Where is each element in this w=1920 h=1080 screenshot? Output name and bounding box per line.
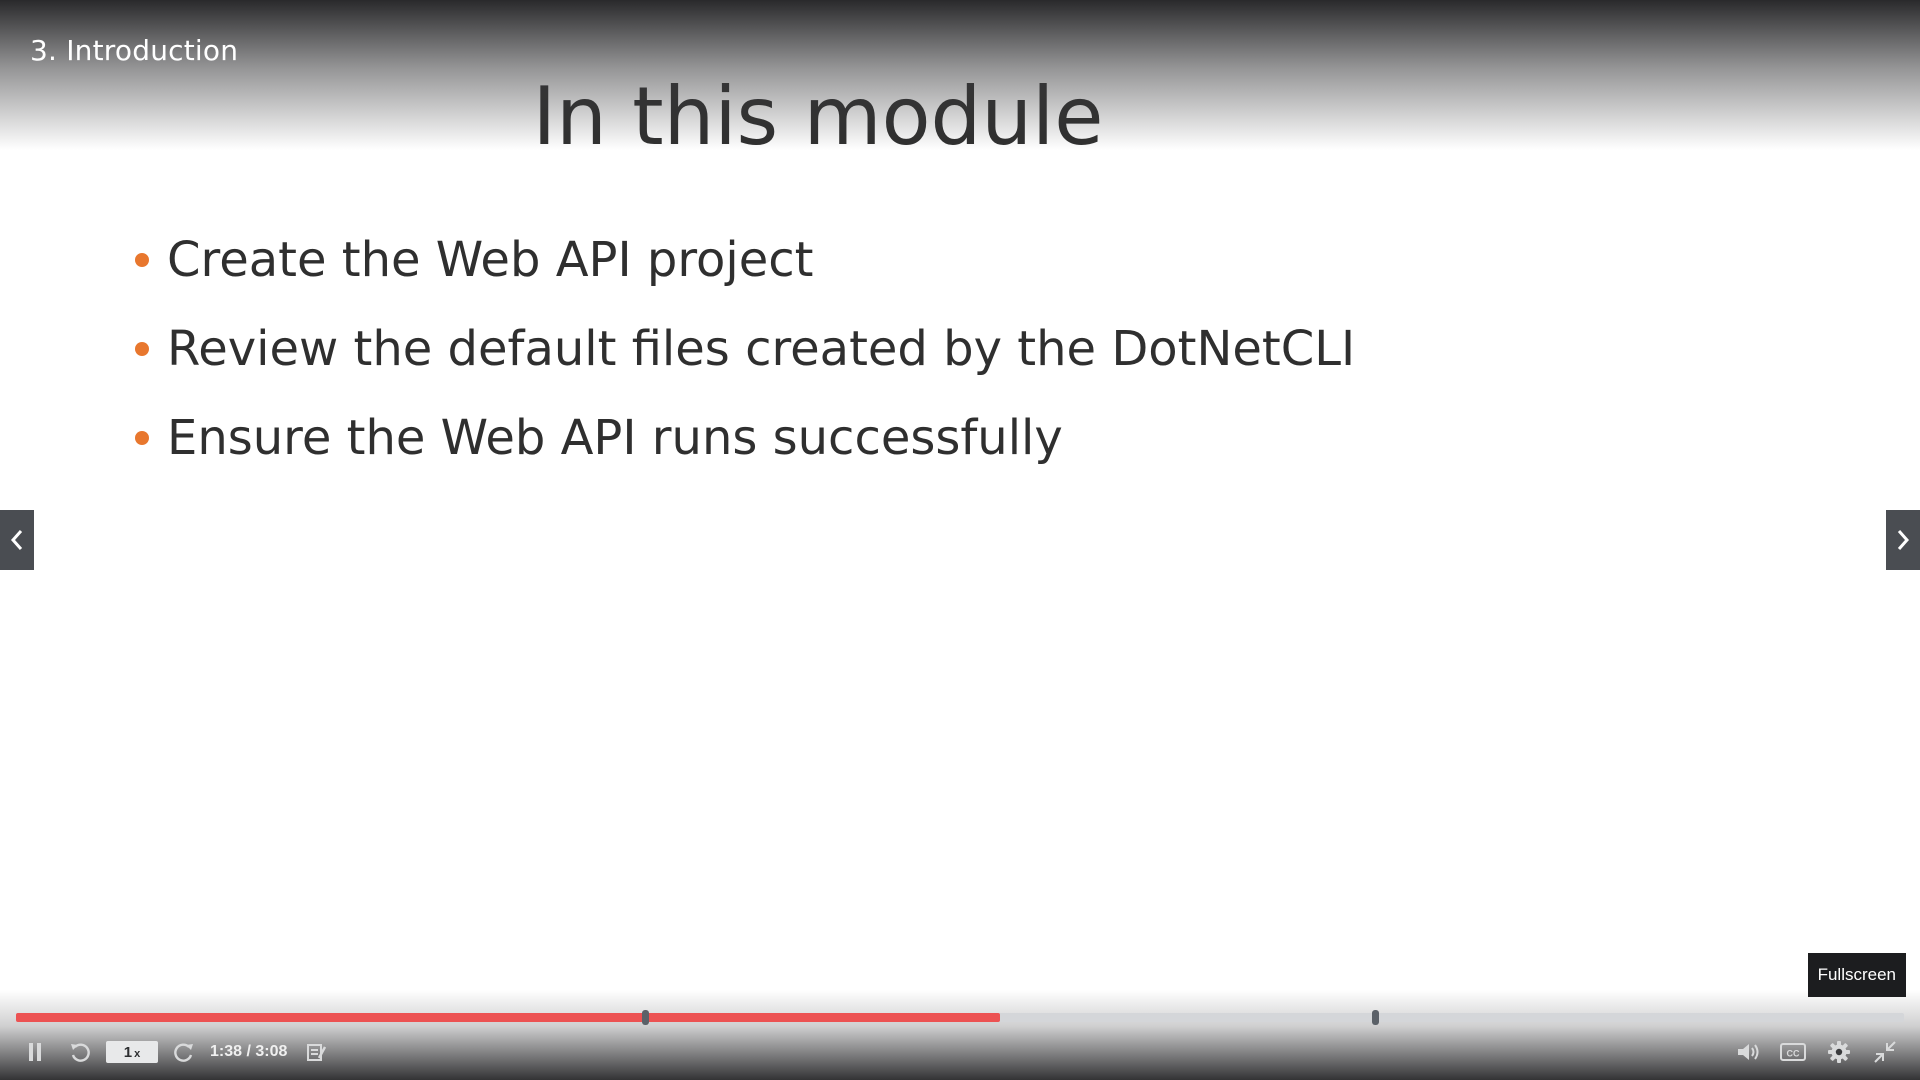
time-display: 1:38 / 3:08	[210, 1043, 288, 1060]
slide-bullet-text: Review the default files created by the …	[167, 320, 1356, 377]
slide-bullet-text: Ensure the Web API runs successfully	[167, 409, 1063, 466]
fullscreen-button[interactable]	[1870, 1036, 1900, 1068]
playback-speed-suffix: x	[134, 1048, 141, 1060]
slide-bullet-list: Create the Web API project Review the de…	[135, 215, 1355, 482]
notes-icon	[307, 1044, 326, 1061]
fullscreen-tooltip: Fullscreen	[1807, 953, 1906, 997]
captions-icon: CC	[1780, 1043, 1806, 1061]
forward-icon	[174, 1043, 193, 1062]
control-bar: 1x 1:38 / 3:08 CC	[0, 1036, 1920, 1068]
bullet-dot-icon	[135, 252, 149, 267]
pause-button[interactable]	[22, 1036, 48, 1068]
slide-bullet: Create the Web API project	[135, 215, 1355, 304]
gear-icon	[1828, 1041, 1850, 1063]
bullet-dot-icon	[135, 341, 149, 356]
slide-bullet: Ensure the Web API runs successfully	[135, 393, 1355, 482]
volume-icon	[1738, 1044, 1759, 1060]
previous-lecture-button[interactable]	[0, 510, 34, 570]
progress-fill	[16, 1013, 1000, 1022]
slide-bullet: Review the default files created by the …	[135, 304, 1355, 393]
progress-bookmark-marker[interactable]	[641, 1010, 649, 1025]
exit-fullscreen-icon	[1874, 1041, 1896, 1063]
notes-button[interactable]	[304, 1036, 328, 1068]
video-player: In this module Create the Web API projec…	[0, 0, 1920, 1080]
rewind-icon	[71, 1043, 90, 1062]
chevron-left-icon	[10, 530, 23, 550]
chevron-right-icon	[1897, 530, 1910, 550]
slide-bullet-text: Create the Web API project	[167, 231, 814, 288]
pause-icon	[29, 1043, 41, 1061]
settings-button[interactable]	[1824, 1036, 1854, 1068]
rewind-button[interactable]	[66, 1036, 94, 1068]
svg-text:CC: CC	[1787, 1049, 1800, 1059]
slide-title: In this module	[532, 70, 1104, 163]
lecture-title: 3. Introduction	[30, 34, 239, 67]
next-lecture-button[interactable]	[1886, 510, 1920, 570]
progress-bar[interactable]	[16, 1010, 1904, 1025]
captions-button[interactable]: CC	[1778, 1036, 1808, 1068]
forward-button[interactable]	[170, 1036, 198, 1068]
volume-button[interactable]	[1734, 1036, 1764, 1068]
playback-speed-button[interactable]: 1x	[106, 1041, 158, 1063]
progress-bookmark-marker[interactable]	[1372, 1010, 1380, 1025]
playback-speed-value: 1	[123, 1043, 133, 1061]
bullet-dot-icon	[135, 430, 149, 445]
